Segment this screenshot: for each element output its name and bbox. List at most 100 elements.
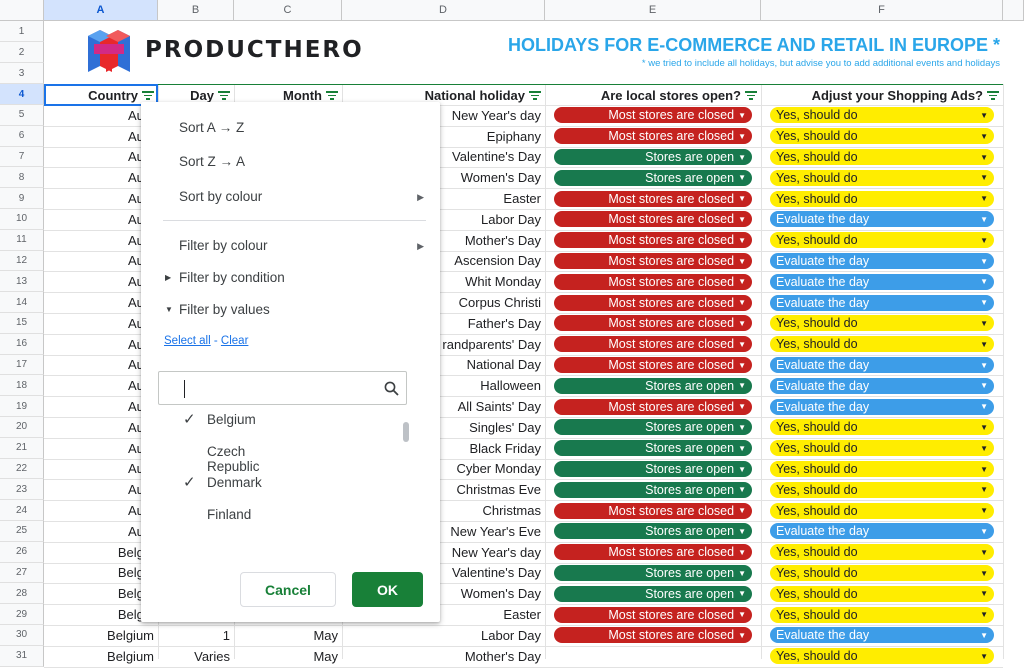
row-header-24[interactable]: 24 (0, 500, 44, 521)
header-ads[interactable]: Adjust your Shopping Ads? (761, 85, 1003, 105)
column-header-b[interactable]: B (158, 0, 234, 21)
stores-status-chip[interactable]: Stores are open ▼ (554, 461, 752, 477)
shopping-ads-chip[interactable]: Yes, should do ▼ (770, 336, 994, 353)
cell-day[interactable]: Varies (158, 646, 234, 667)
sort-a-z[interactable]: Sort A → Z (179, 120, 244, 135)
row-header-5[interactable]: 5 (0, 105, 44, 126)
stores-status-chip[interactable]: Most stores are closed ▼ (554, 606, 752, 623)
filter-icon[interactable] (745, 90, 757, 100)
row-header-6[interactable]: 6 (0, 125, 44, 147)
search-icon[interactable] (384, 381, 399, 396)
ok-button[interactable]: OK (352, 572, 423, 607)
stores-status-chip[interactable]: Most stores are closed ▼ (554, 627, 752, 644)
shopping-ads-chip[interactable]: Yes, should do ▼ (770, 419, 994, 436)
row-header-28[interactable]: 28 (0, 583, 44, 605)
stores-status-chip[interactable]: Stores are open ▼ (554, 419, 752, 436)
shopping-ads-chip[interactable]: Evaluate the day ▼ (770, 627, 994, 644)
sort-z-a[interactable]: Sort Z → A (179, 154, 245, 169)
filter-by-colour[interactable]: Filter by colour (179, 238, 268, 253)
shopping-ads-chip[interactable]: Evaluate the day ▼ (770, 294, 994, 311)
shopping-ads-chip[interactable]: Yes, should do ▼ (770, 544, 994, 561)
shopping-ads-chip[interactable]: Yes, should do ▼ (770, 565, 994, 581)
stores-status-chip[interactable]: Stores are open ▼ (554, 440, 752, 457)
filter-icon[interactable] (529, 90, 541, 100)
values-scrollbar[interactable] (403, 422, 409, 442)
stores-status-chip[interactable]: Stores are open ▼ (554, 377, 752, 394)
stores-status-chip[interactable]: Most stores are closed ▼ (554, 294, 752, 311)
column-header-d[interactable]: D (342, 0, 545, 21)
row-header-26[interactable]: 26 (0, 541, 44, 563)
row-header-19[interactable]: 19 (0, 396, 44, 417)
row-header-25[interactable]: 25 (0, 521, 44, 542)
filter-by-values[interactable]: Filter by values (179, 302, 270, 317)
values-search-input[interactable] (158, 371, 407, 405)
stores-status-chip[interactable]: Most stores are closed ▼ (554, 502, 752, 519)
cell-holiday[interactable]: Mother's Day (342, 646, 545, 667)
shopping-ads-chip[interactable]: Evaluate the day ▼ (770, 377, 994, 394)
shopping-ads-chip[interactable]: Evaluate the day ▼ (770, 398, 994, 415)
clear-link[interactable]: Clear (221, 335, 248, 347)
row-header-23[interactable]: 23 (0, 479, 44, 501)
shopping-ads-chip[interactable]: Yes, should do ▼ (770, 606, 994, 623)
shopping-ads-chip[interactable]: Yes, should do ▼ (770, 585, 994, 602)
filter-icon[interactable] (987, 90, 999, 100)
row-header-13[interactable]: 13 (0, 271, 44, 293)
stores-status-chip[interactable]: Stores are open ▼ (554, 565, 752, 581)
column-header-a[interactable]: A (44, 0, 158, 21)
column-header-f[interactable]: F (761, 0, 1003, 21)
cell-holiday[interactable]: Labor Day (342, 625, 545, 646)
shopping-ads-chip[interactable]: Yes, should do ▼ (770, 169, 994, 186)
shopping-ads-chip[interactable]: Yes, should do ▼ (770, 461, 994, 477)
row-header-7[interactable]: 7 (0, 146, 44, 168)
cell-month[interactable]: May (234, 625, 342, 646)
stores-status-chip[interactable]: Most stores are closed ▼ (554, 211, 752, 228)
cell-month[interactable]: May (234, 646, 342, 667)
stores-status-chip[interactable]: Stores are open ▼ (554, 523, 752, 540)
stores-status-chip[interactable]: Most stores are closed ▼ (554, 232, 752, 249)
shopping-ads-chip[interactable]: Yes, should do ▼ (770, 232, 994, 249)
shopping-ads-chip[interactable]: Evaluate the day ▼ (770, 211, 994, 228)
column-header-c[interactable]: C (234, 0, 342, 21)
shopping-ads-chip[interactable]: Yes, should do ▼ (770, 128, 994, 145)
row-header-31[interactable]: 31 (0, 645, 44, 667)
row-header-18[interactable]: 18 (0, 375, 44, 397)
stores-status-chip[interactable]: Stores are open ▼ (554, 585, 752, 602)
row-header-27[interactable]: 27 (0, 562, 44, 584)
shopping-ads-chip[interactable]: Yes, should do ▼ (770, 190, 994, 207)
column-header-empty[interactable] (1003, 0, 1024, 21)
shopping-ads-chip[interactable]: Evaluate the day ▼ (770, 253, 994, 269)
cell-day[interactable]: 1 (158, 625, 234, 646)
shopping-ads-chip[interactable]: Yes, should do ▼ (770, 481, 994, 498)
row-header-4[interactable]: 4 (0, 84, 44, 105)
filter-icon[interactable] (326, 90, 338, 100)
row-header-14[interactable]: 14 (0, 292, 44, 313)
row-header-3[interactable]: 3 (0, 63, 44, 84)
header-stores[interactable]: Are local stores open? (545, 85, 761, 105)
stores-status-chip[interactable]: Most stores are closed ▼ (554, 357, 752, 373)
row-header-9[interactable]: 9 (0, 188, 44, 209)
shopping-ads-chip[interactable]: Yes, should do ▼ (770, 440, 994, 457)
shopping-ads-chip[interactable]: Yes, should do ▼ (770, 107, 994, 124)
cell-country[interactable]: Belgium (44, 646, 158, 667)
stores-status-chip[interactable]: Stores are open ▼ (554, 481, 752, 498)
row-header-11[interactable]: 11 (0, 229, 44, 251)
stores-status-chip[interactable]: Stores are open ▼ (554, 169, 752, 186)
row-header-8[interactable]: 8 (0, 167, 44, 189)
shopping-ads-chip[interactable]: Yes, should do ▼ (770, 648, 994, 665)
stores-status-chip[interactable]: Most stores are closed ▼ (554, 190, 752, 207)
stores-status-chip[interactable]: Most stores are closed ▼ (554, 128, 752, 145)
stores-status-chip[interactable]: Most stores are closed ▼ (554, 315, 752, 332)
filter-by-condition[interactable]: Filter by condition (179, 270, 285, 285)
sort-by-colour[interactable]: Sort by colour (179, 189, 419, 204)
cell-country[interactable]: Belgium (44, 625, 158, 646)
row-header-15[interactable]: 15 (0, 313, 44, 334)
row-header-20[interactable]: 20 (0, 417, 44, 438)
select-all-corner[interactable] (0, 0, 44, 21)
filter-icon[interactable] (218, 90, 230, 100)
stores-status-chip[interactable]: Stores are open ▼ (554, 149, 752, 165)
row-header-1[interactable]: 1 (0, 21, 44, 42)
shopping-ads-chip[interactable]: Evaluate the day ▼ (770, 523, 994, 540)
shopping-ads-chip[interactable]: Yes, should do ▼ (770, 315, 994, 332)
select-all-link[interactable]: Select all (164, 335, 211, 347)
stores-status-chip[interactable]: Most stores are closed ▼ (554, 336, 752, 353)
